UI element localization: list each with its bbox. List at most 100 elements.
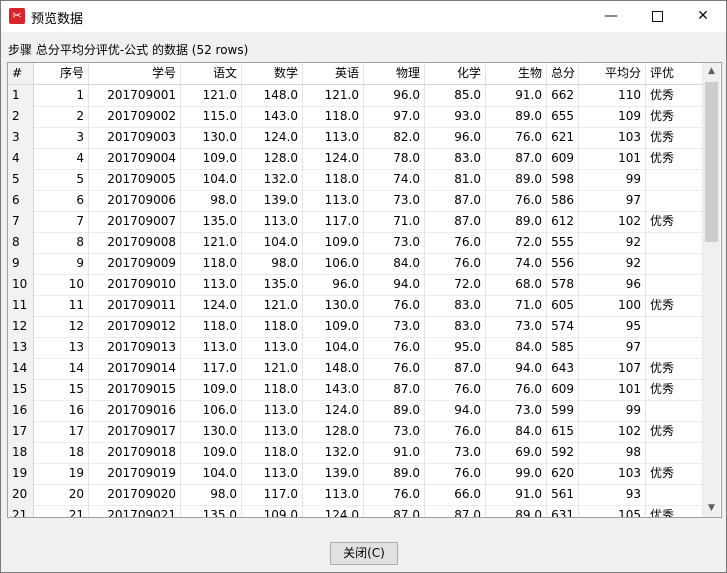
cell-english: 118.0 <box>303 169 364 190</box>
cell-total: 662 <box>547 85 579 106</box>
cell-english: 139.0 <box>303 463 364 484</box>
column-header-physics[interactable]: 物理 <box>364 63 425 84</box>
close-button[interactable]: 关闭(C) <box>330 542 398 565</box>
cell-chinese: 104.0 <box>181 169 242 190</box>
cell-seq: 10 <box>34 274 89 295</box>
cell-chinese: 109.0 <box>181 148 242 169</box>
cell-physics: 97.0 <box>364 106 425 127</box>
table-row[interactable]: 6 6 201709006 98.0 139.0 113.0 73.0 87.0 76.0 586… <box>8 190 703 212</box>
close-icon: ✕ <box>697 8 709 24</box>
table-row[interactable]: 1 1 201709001 121.0 148.0 121.0 96.0 85.0 91.0 66… <box>8 85 703 107</box>
column-header-rating[interactable]: 评优 <box>646 63 703 84</box>
cell-seq: 8 <box>34 232 89 253</box>
cell-english: 113.0 <box>303 190 364 211</box>
cell-seq: 1 <box>34 85 89 106</box>
column-header-row-number[interactable]: # ^ <box>8 63 34 84</box>
cell-average: 102 <box>579 421 646 442</box>
table-row[interactable]: 2 2 201709002 115.0 143.0 118.0 97.0 93.0 89.0 65… <box>8 106 703 128</box>
table-row[interactable]: 17 17 201709017 130.0 113.0 128.0 73.0 76.0 84.0… <box>8 421 703 443</box>
cell-student-id: 201709019 <box>89 463 181 484</box>
cell-biology: 89.0 <box>486 211 547 232</box>
cell-math: 98.0 <box>242 253 303 274</box>
table-row[interactable]: 8 8 201709008 121.0 104.0 109.0 73.0 76.0 72.0 55… <box>8 232 703 254</box>
cell-row-number: 7 <box>8 211 34 232</box>
cell-total: 609 <box>547 148 579 169</box>
table-row[interactable]: 3 3 201709003 130.0 124.0 113.0 82.0 96.0 76.0 62… <box>8 127 703 149</box>
cell-biology: 91.0 <box>486 85 547 106</box>
cell-rating <box>646 232 703 253</box>
app-logo-icon: ✂ <box>9 8 25 24</box>
maximize-button[interactable] <box>634 1 680 32</box>
column-header-math[interactable]: 数学 <box>242 63 303 84</box>
cell-chemistry: 76.0 <box>425 232 486 253</box>
cell-english: 109.0 <box>303 316 364 337</box>
table-row[interactable]: 9 9 201709009 118.0 98.0 106.0 84.0 76.0 74.0 556… <box>8 253 703 275</box>
cell-physics: 89.0 <box>364 400 425 421</box>
minimize-button[interactable]: — <box>588 1 634 32</box>
cell-chinese: 117.0 <box>181 358 242 379</box>
cell-english: 132.0 <box>303 442 364 463</box>
cell-math: 117.0 <box>242 484 303 505</box>
scrollbar-thumb[interactable] <box>705 82 718 242</box>
column-header-seq[interactable]: 序号 <box>34 63 89 84</box>
cell-student-id: 201709008 <box>89 232 181 253</box>
cell-chemistry: 76.0 <box>425 421 486 442</box>
vertical-scrollbar[interactable]: ▲ ▼ <box>703 63 720 517</box>
table-row[interactable]: 11 11 201709011 124.0 121.0 130.0 76.0 83.0 71.0… <box>8 295 703 317</box>
column-header-chemistry[interactable]: 化学 <box>425 63 486 84</box>
cell-rating: 优秀 <box>646 85 703 106</box>
cell-total: 599 <box>547 400 579 421</box>
table-row[interactable]: 10 10 201709010 113.0 135.0 96.0 94.0 72.0 68.0 5… <box>8 274 703 296</box>
table-row[interactable]: 20 20 201709020 98.0 117.0 113.0 76.0 66.0 91.0 5… <box>8 484 703 506</box>
cell-average: 110 <box>579 85 646 106</box>
cell-row-number: 8 <box>8 232 34 253</box>
table-row[interactable]: 4 4 201709004 109.0 128.0 124.0 78.0 83.0 87.0 60… <box>8 148 703 170</box>
cell-english: 104.0 <box>303 337 364 358</box>
column-header-english[interactable]: 英语 <box>303 63 364 84</box>
cell-math: 109.0 <box>242 505 303 517</box>
table-row[interactable]: 14 14 201709014 117.0 121.0 148.0 76.0 87.0 94.0… <box>8 358 703 380</box>
table-row[interactable]: 15 15 201709015 109.0 118.0 143.0 87.0 76.0 76.0… <box>8 379 703 401</box>
cell-chinese: 106.0 <box>181 400 242 421</box>
cell-seq: 2 <box>34 106 89 127</box>
cell-chemistry: 81.0 <box>425 169 486 190</box>
cell-row-number: 4 <box>8 148 34 169</box>
cell-biology: 74.0 <box>486 253 547 274</box>
cell-rating: 优秀 <box>646 379 703 400</box>
data-table[interactable]: # ^ 序号 学号 语文 数学 英语 物理 化学 生物 总分 平均分 评优 1 1 201709001 121… <box>7 62 722 518</box>
table-row[interactable]: 5 5 201709005 104.0 132.0 118.0 74.0 81.0 89.0 59… <box>8 169 703 191</box>
cell-rating <box>646 442 703 463</box>
column-header-total[interactable]: 总分 <box>547 63 579 84</box>
cell-seq: 3 <box>34 127 89 148</box>
cell-row-number: 11 <box>8 295 34 316</box>
table-row[interactable]: 7 7 201709007 135.0 113.0 117.0 71.0 87.0 89.0 61… <box>8 211 703 233</box>
cell-chemistry: 87.0 <box>425 358 486 379</box>
column-header-chinese[interactable]: 语文 <box>181 63 242 84</box>
scroll-down-arrow-icon[interactable]: ▼ <box>703 500 720 517</box>
cell-physics: 84.0 <box>364 253 425 274</box>
close-window-button[interactable]: ✕ <box>680 1 726 32</box>
table-row[interactable]: 12 12 201709012 118.0 118.0 109.0 73.0 83.0 73.0… <box>8 316 703 338</box>
cell-chemistry: 87.0 <box>425 190 486 211</box>
cell-rating <box>646 274 703 295</box>
table-row[interactable]: 21 21 201709021 135.0 109.0 124.0 87.0 87.0 89.0… <box>8 505 703 517</box>
cell-total: 609 <box>547 379 579 400</box>
column-header-biology[interactable]: 生物 <box>486 63 547 84</box>
cell-chinese: 118.0 <box>181 253 242 274</box>
column-header-average[interactable]: 平均分 <box>579 63 646 84</box>
cell-total: 631 <box>547 505 579 517</box>
scroll-up-arrow-icon[interactable]: ▲ <box>703 63 720 80</box>
table-row[interactable]: 16 16 201709016 106.0 113.0 124.0 89.0 94.0 73.0… <box>8 400 703 422</box>
cell-chinese: 124.0 <box>181 295 242 316</box>
table-row[interactable]: 13 13 201709013 113.0 113.0 104.0 76.0 95.0 84.0… <box>8 337 703 359</box>
cell-biology: 76.0 <box>486 190 547 211</box>
cell-chinese: 109.0 <box>181 379 242 400</box>
cell-seq: 20 <box>34 484 89 505</box>
cell-rating <box>646 316 703 337</box>
column-header-student-id[interactable]: 学号 <box>89 63 181 84</box>
table-row[interactable]: 18 18 201709018 109.0 118.0 132.0 91.0 73.0 69.0… <box>8 442 703 464</box>
cell-student-id: 201709006 <box>89 190 181 211</box>
table-row[interactable]: 19 19 201709019 104.0 113.0 139.0 89.0 76.0 99.0… <box>8 463 703 485</box>
cell-student-id: 201709021 <box>89 505 181 517</box>
cell-physics: 74.0 <box>364 169 425 190</box>
